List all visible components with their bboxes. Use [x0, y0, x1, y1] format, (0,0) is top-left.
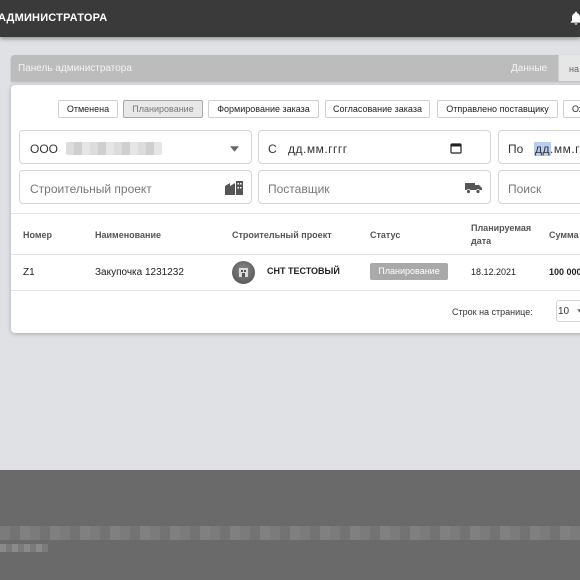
chevron-down-icon: [230, 146, 239, 152]
date-from-field[interactable]: С дд.мм.гггг: [258, 130, 491, 164]
date-to-rest: .мм.гг: [550, 142, 580, 156]
data-link[interactable]: Данные: [511, 63, 547, 74]
supplier-field[interactable]: Поставщик: [258, 170, 491, 204]
date-to-field[interactable]: По дд .мм.гг: [498, 130, 580, 164]
search-input[interactable]: Поиск: [498, 170, 580, 204]
row-date: 18.12.2021: [471, 267, 517, 277]
date-from-input[interactable]: дд.мм.гггг: [288, 142, 348, 156]
table-pagination: Строк на странице: 10: [11, 291, 580, 333]
filter-chip-waiting[interactable]: Ож: [563, 100, 580, 118]
bell-icon[interactable]: [568, 10, 580, 26]
calendar-icon[interactable]: [450, 142, 462, 154]
panel-title: Панель администратора: [18, 63, 132, 74]
building-icon: [225, 181, 243, 195]
col-name[interactable]: Наименование: [95, 230, 161, 240]
date-from-prefix: С: [268, 142, 277, 156]
footer-text-blurred: [0, 526, 580, 540]
purchases-card: Отменена Планирование Формирование заказ…: [11, 85, 580, 333]
table-row[interactable]: Z1 Закупочка 1231232 СНТ ТЕСТОВЫЙ Планир…: [11, 255, 580, 291]
row-sum: 100 000: [549, 267, 580, 277]
col-planned-date-line2: дата: [471, 236, 492, 246]
col-planned-date-line1[interactable]: Планируемая: [471, 223, 531, 233]
table-header: Номер Наименование Строительный проект С…: [11, 213, 580, 255]
filter-chip-sent-to-supplier[interactable]: Отправлено поставщику: [437, 100, 558, 118]
project-field[interactable]: Строительный проект: [19, 170, 252, 204]
admin-panel-header: Панель администратора Данные на р: [11, 55, 580, 81]
project-avatar: [232, 261, 255, 284]
col-project[interactable]: Строительный проект: [232, 230, 332, 240]
top-app-bar: АДМИНИСТРАТОРА: [0, 0, 580, 37]
project-placeholder: Строительный проект: [30, 182, 152, 196]
truck-icon: [465, 183, 482, 194]
filter-chip-cancelled[interactable]: Отменена: [58, 100, 118, 118]
footer-subtext-blurred: [0, 544, 48, 552]
col-status[interactable]: Статус: [370, 230, 400, 240]
row-project: СНТ ТЕСТОВЫЙ: [267, 266, 340, 276]
row-name: Закупочка 1231232: [95, 267, 184, 278]
panel-tab-label: на р: [569, 64, 580, 74]
status-badge: Планирование: [370, 263, 448, 280]
filter-chip-order-approval[interactable]: Согласование заказа: [325, 100, 430, 118]
col-sum[interactable]: Сумма: [549, 230, 579, 240]
row-number: Z1: [23, 267, 35, 278]
company-value: ООО: [30, 142, 59, 156]
company-name-blurred: [66, 142, 162, 155]
app-title: АДМИНИСТРАТОРА: [0, 12, 108, 24]
filter-chip-order-forming[interactable]: Формирование заказа: [208, 100, 319, 118]
search-placeholder: Поиск: [508, 182, 542, 196]
page-footer: [0, 470, 580, 580]
panel-tab[interactable]: на р: [558, 55, 580, 81]
rows-per-page-select[interactable]: 10: [556, 300, 580, 322]
date-to-day-segment[interactable]: дд: [534, 142, 552, 156]
supplier-placeholder: Поставщик: [268, 182, 330, 196]
col-number[interactable]: Номер: [23, 230, 52, 240]
filter-chip-planning[interactable]: Планирование: [123, 100, 203, 118]
date-to-prefix: По: [508, 142, 524, 156]
rows-per-page-value: 10: [558, 306, 570, 317]
company-select[interactable]: ООО: [19, 130, 252, 164]
rows-per-page-label: Строк на странице:: [452, 307, 533, 317]
